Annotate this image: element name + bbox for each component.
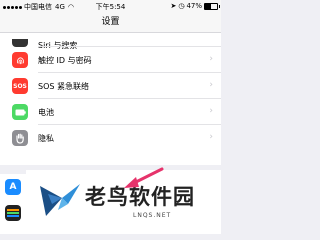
bird-logo-icon [40,184,80,216]
status-bar: 中国电信 4G ◠ 下午5:54 ➤ ◷ 47% [0,0,221,12]
status-right: ➤ ◷ 47% [170,2,220,10]
siri-icon [12,39,28,47]
settings-row-label: 隐私 [38,133,54,143]
settings-row-privacy[interactable]: 隐私 › [0,125,221,151]
chevron-right-icon: › [209,80,213,90]
app-store-icon: A [5,179,21,195]
hand-glyph [16,133,24,144]
chevron-right-icon: › [209,54,213,64]
watermark-subtitle: LNQS.NET [133,212,172,219]
page-title: 设置 [101,17,120,27]
location-icon: ➤ [170,2,177,10]
battery-glyph [15,109,26,115]
settings-row-battery[interactable]: 电池 › [0,99,221,125]
settings-list: Siri 与搜索 触控 ID 与密码 › SOS SOS 紧急联络 › 电池 ›… [0,33,221,165]
sos-icon-text: SOS [13,82,27,90]
battery-indicator-icon [204,2,220,10]
chevron-right-icon: › [209,132,213,142]
settings-row-label: 触控 ID 与密码 [38,55,92,65]
fingerprint-icon [12,52,28,68]
settings-row-label: SOS 紧急联络 [38,81,89,91]
settings-row-label: 电池 [38,107,54,117]
settings-row-touch-id[interactable]: 触控 ID 与密码 › [0,47,221,73]
battery-icon [12,104,28,120]
chevron-right-icon: › [209,106,213,116]
battery-percent: 47% [186,2,202,10]
hand-icon [12,130,28,146]
battery-fill [205,3,211,9]
nav-bar: 设置 [0,12,221,33]
sos-icon: SOS [12,78,28,94]
alarm-icon: ◷ [178,2,185,10]
wallet-icon [5,205,21,221]
settings-row-sos[interactable]: SOS SOS 紧急联络 › [0,73,221,99]
settings-row-siri[interactable]: Siri 与搜索 [0,33,221,50]
pointer-arrow-icon [124,167,164,188]
fingerprint-glyph [16,56,24,64]
